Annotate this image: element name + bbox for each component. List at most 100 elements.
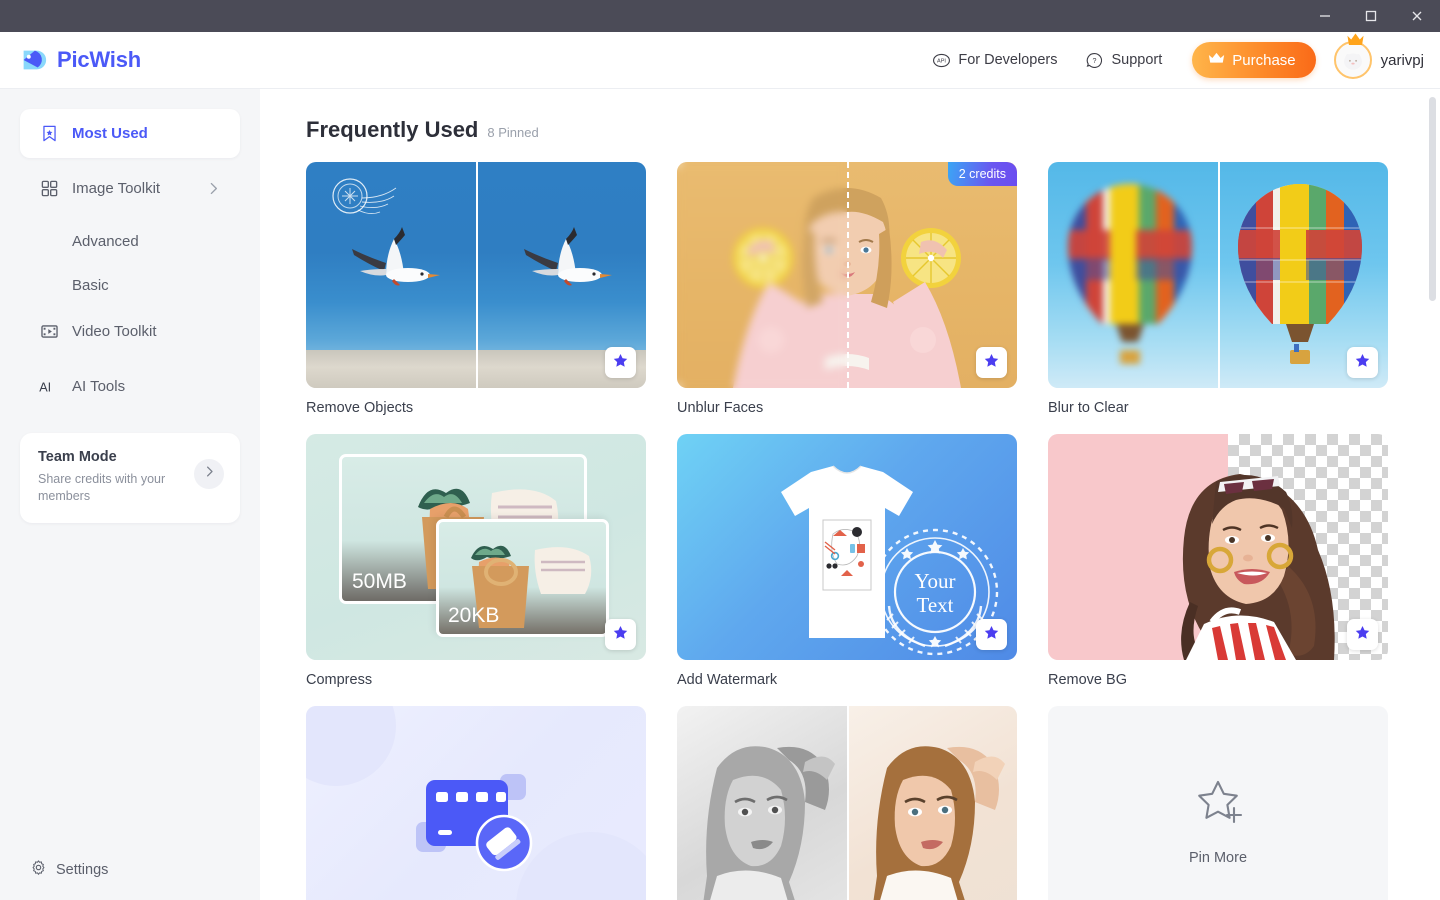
sidebar-item-image-toolkit[interactable]: Image Toolkit [20,164,240,213]
minimize-button[interactable] [1302,0,1348,32]
favorite-star-button[interactable] [1347,619,1378,650]
compress-size-before: 50MB [352,570,407,593]
bookmark-star-icon [38,123,60,145]
crown-icon [1208,51,1225,69]
team-mode-arrow-button[interactable] [194,459,224,489]
tool-thumbnail [677,706,1017,900]
tool-grid: Remove Objects 2 credits Unblur Faces Bl… [306,162,1388,900]
tool-thumbnail [1048,434,1388,660]
brand-name: PicWish [57,47,141,72]
tool-card-add-watermark[interactable]: Your Text Add Watermark [677,434,1017,688]
sidebar-subitem-basic-label: Basic [72,276,109,294]
favorite-star-button[interactable] [1347,347,1378,378]
sidebar-nav: Most Used Image Toolkit Advanced Basic V… [0,89,260,411]
main-scrollbar[interactable] [1429,89,1436,900]
tool-card-colorize[interactable] [677,706,1017,900]
compress-size-after: 20KB [448,604,500,627]
app-header: PicWish API For Developers ? Support Pur… [0,32,1440,89]
tool-card-unblur-faces[interactable]: 2 credits Unblur Faces [677,162,1017,416]
scrollbar-thumb[interactable] [1429,97,1436,301]
tool-thumbnail: 50MB 20KB [306,434,646,660]
sidebar: Most Used Image Toolkit Advanced Basic V… [0,89,260,900]
for-developers-label: For Developers [958,52,1058,68]
chevron-right-icon [202,464,217,484]
sidebar-item-most-used[interactable]: Most Used [20,109,240,158]
purchase-button[interactable]: Purchase [1192,42,1316,78]
tool-thumbnail: 2 credits [677,162,1017,388]
video-eraser-icon [416,774,533,872]
tool-card-remove-objects[interactable]: Remove Objects [306,162,646,416]
support-label: Support [1111,52,1163,68]
favorite-star-button[interactable] [976,347,1007,378]
for-developers-link[interactable]: API For Developers [918,45,1071,76]
svg-text:AI: AI [39,380,51,394]
tool-card-label: Unblur Faces [677,400,764,416]
pin-more-label: Pin More [1188,849,1248,866]
picwish-logo-icon [23,50,47,70]
sidebar-subitem-advanced[interactable]: Advanced [20,219,240,263]
watermark-text-1: Your [914,569,955,593]
sidebar-item-ai-tools-label: AI Tools [72,378,126,395]
header-actions: API For Developers ? Support Purchase ya… [918,33,1440,79]
team-mode-card[interactable]: Team Mode Share credits with your member… [20,433,240,523]
avatar-crown-icon [1346,32,1365,52]
tool-card-video-eraser[interactable] [306,706,646,900]
tool-thumbnail [306,162,646,388]
tool-card-label: Remove BG [1048,672,1127,688]
sidebar-subitem-basic[interactable]: Basic [20,263,240,307]
tool-thumbnail [306,706,646,900]
pin-more-card[interactable]: Pin More [1048,706,1388,900]
tool-thumbnail: Your Text [677,434,1017,660]
team-mode-title: Team Mode [38,449,117,465]
window-titlebar [0,0,1440,32]
gear-icon [30,859,47,880]
settings-label: Settings [56,861,109,878]
star-plus-icon [1189,773,1247,836]
settings-button[interactable]: Settings [20,851,118,888]
team-mode-text: Team Mode Share credits with your member… [38,449,194,505]
chevron-right-icon [205,180,222,197]
brand[interactable]: PicWish [18,45,141,75]
api-icon: API [932,51,951,70]
tool-card-label: Blur to Clear [1048,400,1129,416]
tool-card-pin-more[interactable]: Pin More [1048,706,1388,900]
section-header: Frequently Used 8 Pinned [306,117,1388,143]
star-icon [983,352,1000,374]
ai-icon: AI [38,376,60,398]
tool-card-remove-bg[interactable]: Remove BG [1048,434,1388,688]
question-circle-icon: ? [1085,51,1104,70]
sidebar-item-image-toolkit-label: Image Toolkit [72,180,161,197]
sidebar-item-ai-tools[interactable]: AI AI Tools [20,362,240,411]
pinned-count: 8 Pinned [487,125,539,140]
page-title: Frequently Used [306,117,479,142]
star-icon [612,624,629,646]
favorite-star-button[interactable] [605,347,636,378]
tool-card-label: Add Watermark [677,672,778,688]
tool-card-label: Compress [306,672,373,688]
credits-badge: 2 credits [947,162,1017,186]
sidebar-item-video-toolkit-label: Video Toolkit [72,323,157,340]
user-name: yarivpj [1380,51,1424,69]
avatar[interactable] [1333,33,1372,79]
watermark-text-2: Text [916,593,953,617]
grid-squares-icon [38,178,60,200]
tool-card-blur-to-clear[interactable]: Blur to Clear [1048,162,1388,416]
star-icon [1354,624,1371,646]
portrait-image [1181,474,1335,660]
sidebar-subitem-advanced-label: Advanced [72,232,139,250]
sidebar-item-video-toolkit[interactable]: Video Toolkit [20,307,240,356]
close-button[interactable] [1394,0,1440,32]
purchase-label: Purchase [1232,51,1296,69]
main-content: Frequently Used 8 Pinned Remove Objects … [260,89,1440,900]
star-icon [612,352,629,374]
star-icon [983,624,1000,646]
support-link[interactable]: ? Support [1071,45,1176,76]
favorite-star-button[interactable] [605,619,636,650]
film-icon [38,321,60,343]
tool-card-compress[interactable]: 50MB 20KB Compress [306,434,646,688]
sidebar-item-most-used-label: Most Used [72,125,148,142]
maximize-button[interactable] [1348,0,1394,32]
tool-thumbnail [1048,162,1388,388]
star-icon [1354,352,1371,374]
favorite-star-button[interactable] [976,619,1007,650]
